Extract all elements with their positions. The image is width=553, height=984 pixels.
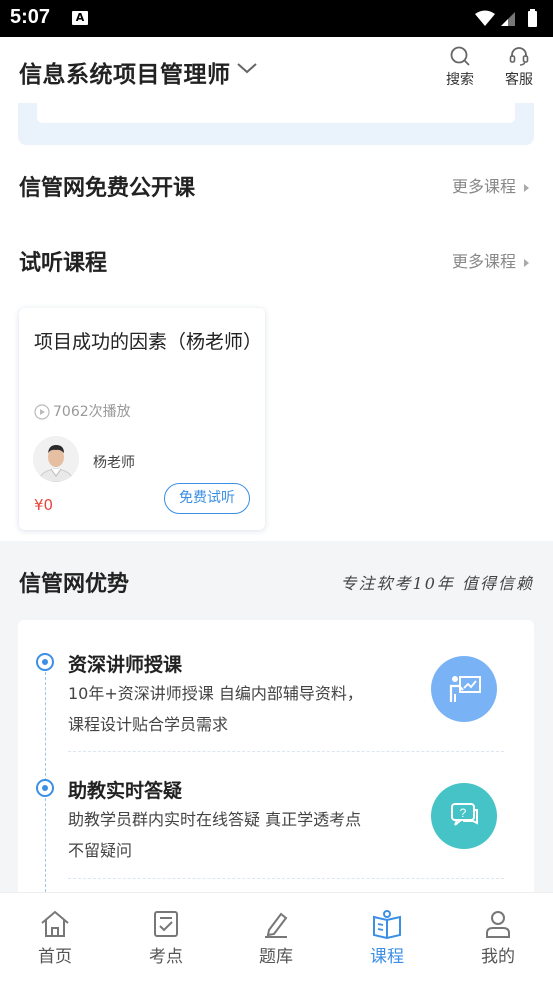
exam-selector-title[interactable]: 信息系统项目管理师 xyxy=(19,55,231,89)
triangle-right-icon xyxy=(524,183,529,192)
notification-icon: A xyxy=(72,11,88,25)
advantage-desc: 10年+资深讲师授课 自编内部辅导资料，课程设计贴合学员需求 xyxy=(68,684,363,734)
home-icon xyxy=(41,910,69,937)
play-icon xyxy=(34,404,50,420)
svg-text:?: ? xyxy=(460,806,467,820)
triangle-right-icon xyxy=(524,258,529,267)
checklist-icon xyxy=(154,911,178,937)
nav-home[interactable]: 首页 xyxy=(15,909,95,967)
battery-icon xyxy=(528,11,537,27)
trial-courses-title: 试听课程 xyxy=(19,251,108,276)
headset-icon xyxy=(509,47,529,66)
chevron-down-icon[interactable] xyxy=(236,61,258,75)
nav-profile[interactable]: 我的 xyxy=(458,909,538,967)
search-icon xyxy=(450,46,470,66)
user-icon xyxy=(486,911,510,938)
search-button[interactable]: 搜索 xyxy=(438,45,482,89)
nav-label: 我的 xyxy=(481,947,515,967)
book-icon xyxy=(373,910,401,939)
teacher-board-icon xyxy=(431,656,497,722)
wifi-icon xyxy=(475,10,495,26)
free-courses-title: 信管网免费公开课 xyxy=(19,176,196,201)
nav-label: 课程 xyxy=(370,947,404,967)
free-trial-button[interactable]: 免费试听 xyxy=(164,483,250,514)
divider xyxy=(68,878,504,879)
nav-courses[interactable]: 课程 xyxy=(347,909,427,967)
system-status-icons xyxy=(475,9,537,27)
advantages-title: 信管网优势 xyxy=(19,572,130,597)
nav-label: 考点 xyxy=(149,947,183,967)
trial-courses-more-link[interactable]: 更多课程 xyxy=(452,248,529,272)
nav-key-points[interactable]: 考点 xyxy=(126,909,206,967)
advantage-title: 资深讲师授课 xyxy=(68,654,183,676)
status-time: 5:07 xyxy=(10,6,51,28)
top-banner-inner xyxy=(37,103,515,123)
advantage-title: 助教实时答疑 xyxy=(68,780,183,802)
bottom-navigation: 首页 考点 题库 课程 我的 xyxy=(0,892,553,984)
advantage-desc: 助教学员群内实时在线答疑 真正学透考点不留疑问 xyxy=(68,810,362,860)
app-header: 信息系统项目管理师 搜索 客服 xyxy=(0,37,553,103)
nav-question-bank[interactable]: 题库 xyxy=(236,909,316,967)
customer-service-label: 客服 xyxy=(505,72,533,88)
teacher-name: 杨老师 xyxy=(93,455,135,471)
free-courses-more-link[interactable]: 更多课程 xyxy=(452,173,529,197)
more-label: 更多课程 xyxy=(451,252,516,271)
timeline-dot xyxy=(36,779,54,797)
course-price: ¥0 xyxy=(34,496,54,514)
more-label: 更多课程 xyxy=(451,177,516,196)
search-label: 搜索 xyxy=(446,72,474,88)
avatar xyxy=(33,436,79,482)
chat-question-icon: ? xyxy=(431,783,497,849)
edit-icon xyxy=(265,912,288,938)
divider xyxy=(68,751,504,752)
customer-service-button[interactable]: 客服 xyxy=(497,45,541,89)
course-title: 项目成功的因素（杨老师） xyxy=(34,331,263,353)
play-count-text: 7062次播放 xyxy=(53,404,131,420)
timeline-dot xyxy=(36,653,54,671)
status-bar: 5:07 A xyxy=(0,0,553,37)
course-card[interactable]: 项目成功的因素（杨老师） 7062次播放 杨老师 ¥0 免费试听 xyxy=(19,308,265,530)
nav-label: 题库 xyxy=(259,947,293,967)
nav-label: 首页 xyxy=(38,947,72,967)
teacher-photo xyxy=(33,436,79,482)
advantages-slogan: 专注软考10年 值得信赖 xyxy=(340,574,534,593)
play-count: 7062次播放 xyxy=(34,401,131,421)
